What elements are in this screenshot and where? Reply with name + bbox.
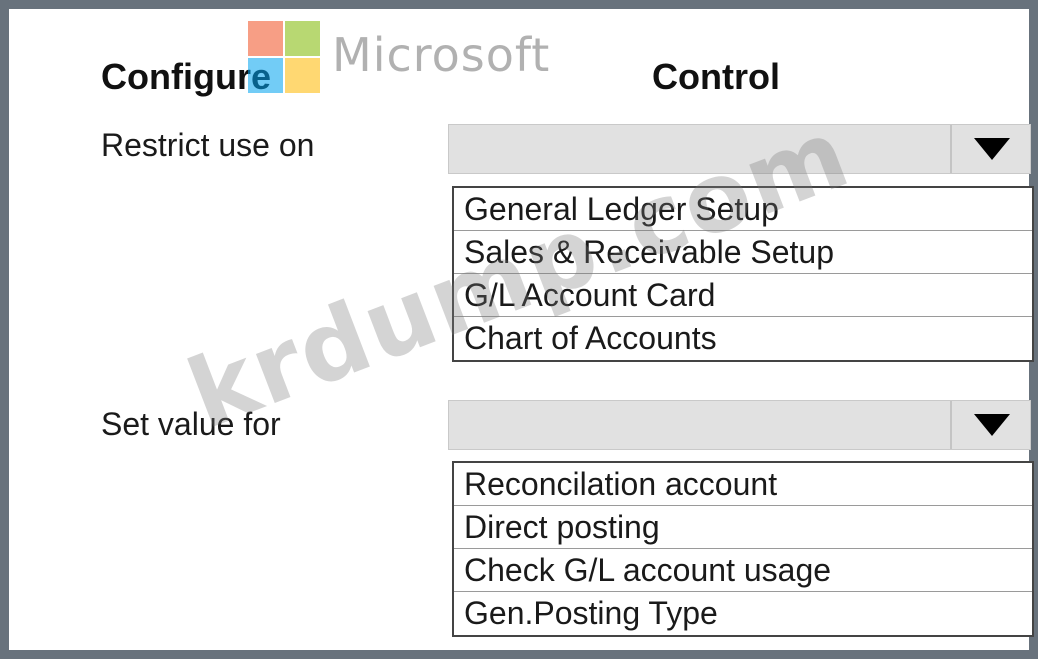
microsoft-logo: Microsoft [248, 21, 588, 97]
logo-square-green [285, 21, 320, 56]
logo-square-red [248, 21, 283, 56]
configure-column-header: Configure [101, 56, 271, 97]
set-value-for-label: Set value for [101, 406, 281, 442]
restrict-use-on-label: Restrict use on [101, 127, 315, 163]
option-sales-receivable-setup[interactable]: Sales & Receivable Setup [454, 231, 1032, 274]
control-column-header: Control [652, 56, 780, 97]
restrict-use-on-dropdown[interactable] [448, 124, 1031, 174]
restrict-use-on-dropdown-button[interactable] [950, 125, 1030, 173]
set-value-for-dropdown[interactable] [448, 400, 1031, 450]
microsoft-squares-icon [248, 21, 320, 93]
set-value-for-dropdown-button[interactable] [950, 401, 1030, 449]
logo-square-blue [248, 58, 283, 93]
option-gl-account-card[interactable]: G/L Account Card [454, 274, 1032, 317]
option-direct-posting[interactable]: Direct posting [454, 506, 1032, 549]
option-reconcilation-account[interactable]: Reconcilation account [454, 463, 1032, 506]
logo-text: Microsoft [332, 28, 551, 82]
set-value-for-options-list: Reconcilation account Direct posting Che… [452, 461, 1034, 637]
exhibit-frame: Configure Control Microsoft Restrict use… [0, 0, 1038, 659]
option-general-ledger-setup[interactable]: General Ledger Setup [454, 188, 1032, 231]
logo-square-yellow [285, 58, 320, 93]
option-check-gl-account-usage[interactable]: Check G/L account usage [454, 549, 1032, 592]
chevron-down-icon [974, 414, 1010, 436]
restrict-use-on-options-list: General Ledger Setup Sales & Receivable … [452, 186, 1034, 362]
option-chart-of-accounts[interactable]: Chart of Accounts [454, 317, 1032, 360]
chevron-down-icon [974, 138, 1010, 160]
option-gen-posting-type[interactable]: Gen.Posting Type [454, 592, 1032, 635]
